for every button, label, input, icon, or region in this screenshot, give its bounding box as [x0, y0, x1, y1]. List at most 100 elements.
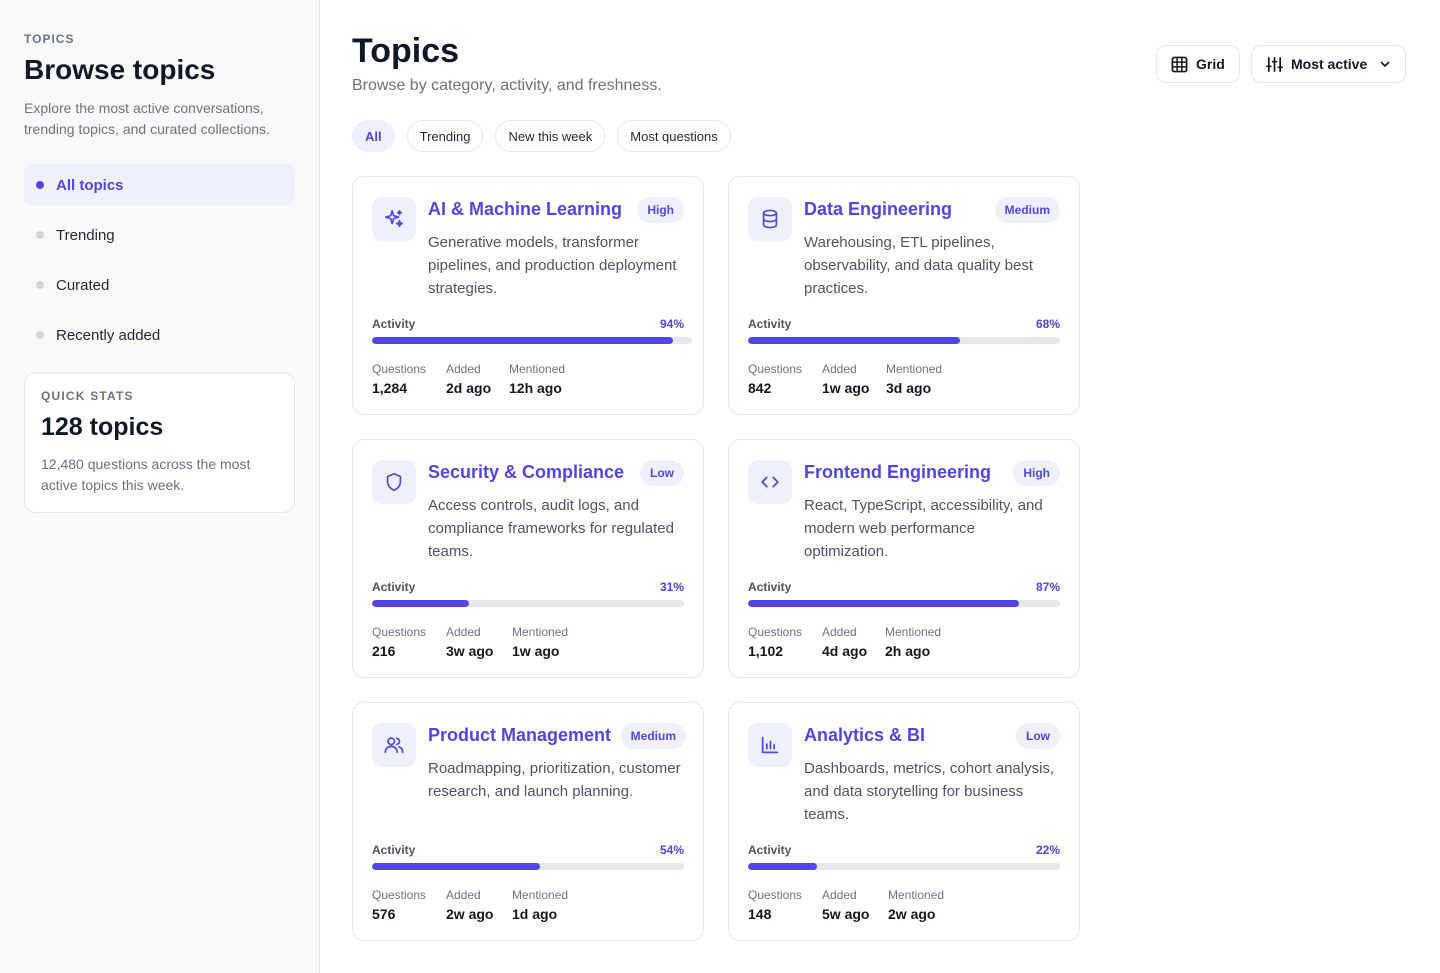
topic-meta: Questions 842 Added 1w ago Mentioned 3d ago [748, 362, 942, 396]
topic-card[interactable]: Security & Compliance Low Access control… [352, 439, 704, 678]
sidebar-item-curated[interactable]: Curated [24, 264, 295, 306]
activity-percent: 31% [659, 580, 684, 594]
activity-label: Activity [372, 843, 416, 857]
topic-card[interactable]: Product Management Medium Roadmapping, p… [352, 702, 704, 941]
grid-icon [1171, 56, 1188, 72]
sidebar-item-all-topics[interactable]: All topics [24, 164, 295, 207]
meta-label: Added [446, 362, 481, 376]
filter-chips: All Trending New this week Most question… [352, 120, 731, 152]
topic-meta: Questions 576 Added 2w ago Mentioned 1d ago [372, 888, 568, 922]
activity-bar [748, 600, 1060, 607]
meta-label: Added [446, 625, 481, 639]
sparkles-icon [372, 197, 416, 241]
chevron-down-icon [1380, 61, 1390, 67]
sidebar-eyebrow: TOPICS [24, 32, 75, 46]
activity-badge: Low [640, 460, 684, 486]
meta-label: Questions [748, 625, 803, 639]
sidebar-nav: All topics Trending Curated Recently add… [24, 164, 295, 356]
topic-title[interactable]: Frontend Engineering [804, 462, 991, 483]
database-icon [748, 197, 792, 241]
meta-label: Mentioned [886, 362, 943, 376]
added-value: 1w ago [822, 380, 870, 396]
topic-title[interactable]: Analytics & BI [804, 725, 925, 746]
questions-count: 576 [372, 906, 396, 922]
activity-bar-fill [748, 863, 817, 870]
meta-label: Added [822, 625, 857, 639]
grid-view-button[interactable]: Grid [1156, 45, 1240, 83]
sliders-icon [1266, 56, 1283, 72]
filter-chip-trending[interactable]: Trending [406, 120, 484, 152]
added-value: 2w ago [446, 906, 494, 922]
activity-badge: High [637, 197, 684, 223]
sidebar-description: Explore the most active conversations, t… [24, 100, 270, 138]
sidebar-item-label: Curated [56, 276, 110, 294]
meta-label: Questions [372, 362, 427, 376]
topic-title[interactable]: AI & Machine Learning [428, 199, 622, 220]
activity-bar-fill [372, 863, 541, 870]
sidebar: TOPICS Browse topics Explore the most ac… [0, 0, 320, 973]
activity-label: Activity [748, 580, 792, 594]
activity-badge: High [1013, 460, 1060, 486]
sidebar-item-label: Recently added [56, 326, 161, 344]
bullet-icon [36, 231, 44, 240]
mentioned-value: 2w ago [888, 906, 936, 922]
meta-label: Added [446, 888, 481, 902]
activity-label: Activity [748, 317, 792, 331]
bullet-icon [36, 331, 44, 340]
questions-count: 216 [372, 643, 396, 659]
topic-title[interactable]: Security & Compliance [428, 462, 624, 483]
mentioned-value: 2h ago [885, 643, 931, 659]
activity-label: Activity [372, 317, 416, 331]
meta-label: Mentioned [512, 625, 569, 639]
activity-label: Activity [748, 843, 792, 857]
grid-view-label: Grid [1196, 56, 1225, 72]
mentioned-value: 12h ago [509, 380, 562, 396]
topic-card[interactable]: Analytics & BI Low Dashboards, metrics, … [728, 702, 1080, 941]
topic-meta: Questions 216 Added 3w ago Mentioned 1w ago [372, 625, 568, 659]
meta-label: Questions [372, 888, 427, 902]
filter-chip-most-questions[interactable]: Most questions [617, 120, 731, 152]
sidebar-item-recently-added[interactable]: Recently added [24, 314, 295, 356]
topic-description: Warehousing, ETL pipelines, observabilit… [804, 234, 1034, 297]
sort-label: Most active [1291, 56, 1368, 72]
meta-label: Mentioned [509, 362, 566, 376]
activity-bar-fill [372, 600, 469, 607]
topic-description: Dashboards, metrics, cohort analysis, an… [804, 760, 1055, 823]
mentioned-value: 1d ago [512, 906, 558, 922]
meta-label: Mentioned [512, 888, 569, 902]
meta-label: Questions [372, 625, 427, 639]
topic-description: Generative models, transformer pipelines… [428, 234, 677, 297]
topic-title[interactable]: Data Engineering [804, 199, 952, 220]
topic-description: React, TypeScript, accessibility, and mo… [804, 497, 1043, 560]
shield-icon [372, 460, 416, 504]
meta-label: Questions [748, 888, 803, 902]
added-value: 3w ago [446, 643, 494, 659]
topic-card[interactable]: Data Engineering Medium Warehousing, ETL… [728, 176, 1080, 415]
topic-title[interactable]: Product Management [428, 725, 611, 746]
meta-label: Mentioned [885, 625, 942, 639]
topic-card[interactable]: AI & Machine Learning High Generative mo… [352, 176, 704, 415]
sidebar-item-trending[interactable]: Trending [24, 214, 295, 256]
added-value: 5w ago [822, 906, 870, 922]
page-subtitle: Browse by category, activity, and freshn… [352, 77, 662, 94]
bar-chart-icon [748, 723, 792, 767]
sidebar-title: Browse topics [24, 54, 216, 85]
filter-chip-all[interactable]: All [352, 120, 395, 152]
meta-label: Mentioned [888, 888, 945, 902]
topic-description: Access controls, audit logs, and complia… [428, 497, 674, 560]
quick-stats-eyebrow: QUICK STATS [41, 389, 134, 404]
topic-card[interactable]: Frontend Engineering High React, TypeScr… [728, 439, 1080, 678]
quick-stats-description: 12,480 questions across the most active … [41, 456, 251, 494]
activity-bar-fill [748, 600, 1020, 607]
activity-bar [748, 863, 1060, 870]
topic-meta: Questions 1,102 Added 4d ago Mentioned 2h a… [748, 625, 941, 659]
meta-label: Added [822, 888, 857, 902]
users-icon [372, 723, 416, 767]
activity-percent: 94% [659, 317, 684, 331]
sort-dropdown[interactable]: Most active [1251, 45, 1407, 83]
activity-bar-fill [372, 337, 673, 344]
filter-chip-new-this-week[interactable]: New this week [495, 120, 606, 152]
activity-percent: 22% [1035, 843, 1060, 857]
activity-bar [748, 337, 1060, 344]
questions-count: 1,102 [748, 643, 784, 659]
